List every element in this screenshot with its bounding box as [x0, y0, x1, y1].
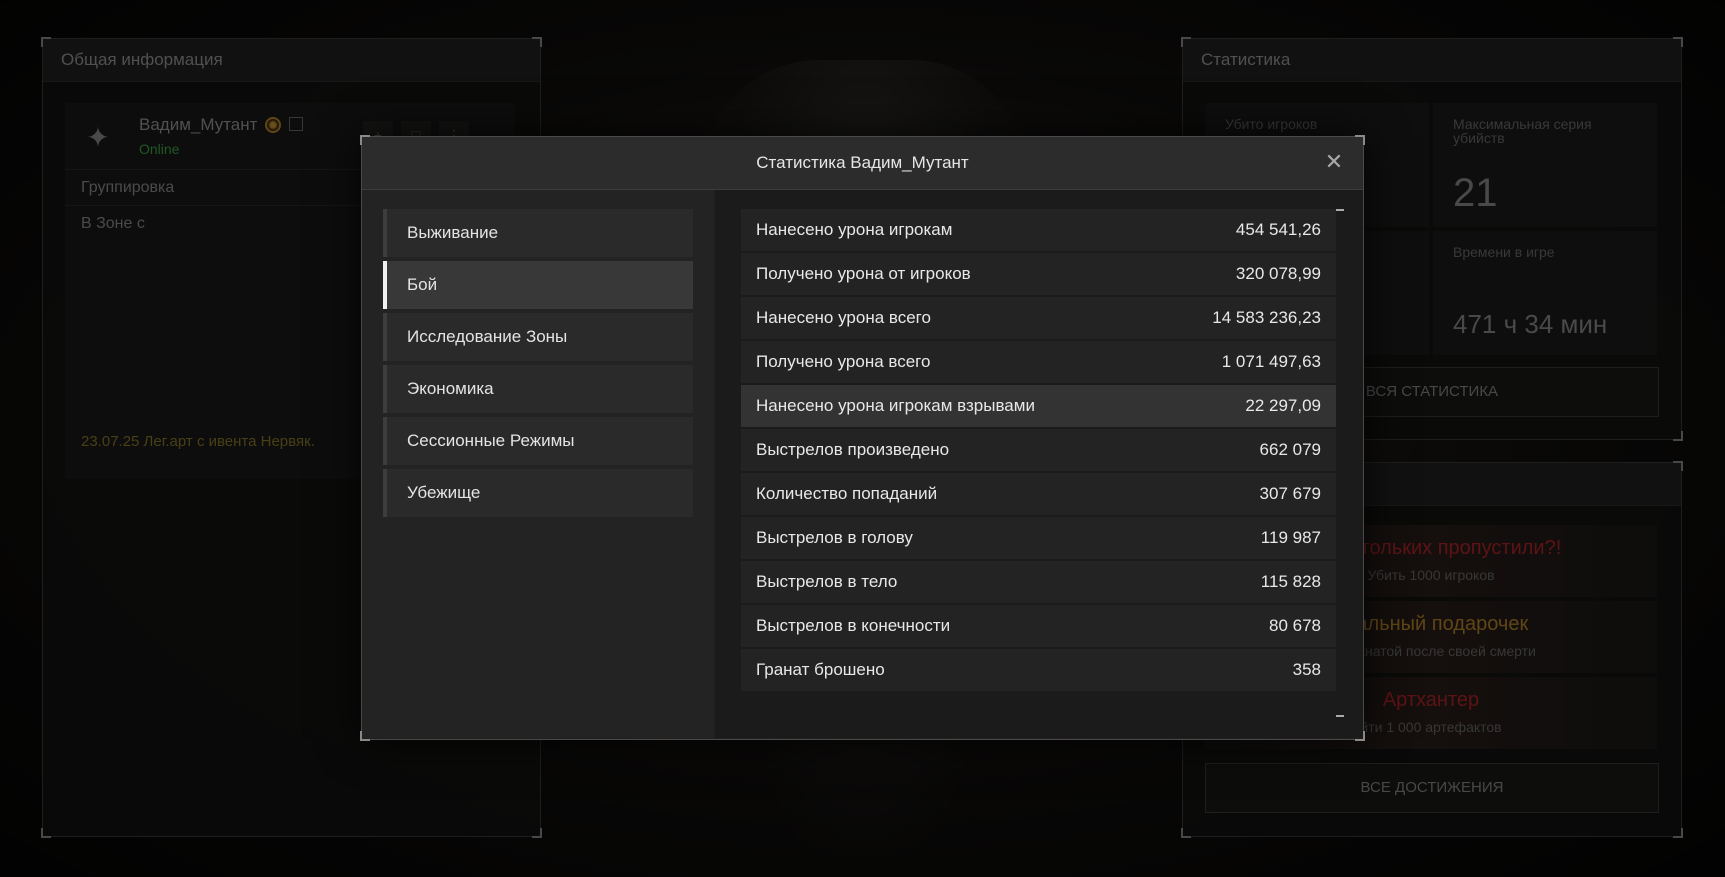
- stat-value: 119 987: [1260, 528, 1321, 547]
- stat-value: 454 541,26: [1235, 220, 1321, 239]
- stat-label: Выстрелов в тело: [756, 572, 898, 591]
- category-tab-economy[interactable]: Экономика: [383, 365, 693, 413]
- stat-value: 22 297,09: [1245, 396, 1321, 415]
- stat-value: 80 678: [1269, 616, 1321, 635]
- stat-row: Нанесено урона игрокам 454 541,26: [741, 209, 1336, 251]
- player-stats-modal: Статистика Вадим_Мутант ✕ Выживание Бой …: [360, 135, 1365, 741]
- stat-value: 358: [1292, 660, 1321, 679]
- stat-row: Выстрелов в тело 115 828: [741, 561, 1336, 603]
- category-tab-combat[interactable]: Бой: [383, 261, 693, 309]
- stat-label: Выстрелов произведено: [756, 440, 950, 459]
- stat-label: Нанесено урона игрокам: [756, 220, 953, 239]
- stat-value: 320 078,99: [1235, 264, 1321, 283]
- stat-value: 14 583 236,23: [1212, 308, 1321, 327]
- stat-row: Выстрелов в конечности 80 678: [741, 605, 1336, 647]
- close-icon[interactable]: ✕: [1323, 151, 1345, 173]
- stats-scrollbar[interactable]: [1336, 209, 1344, 717]
- stat-row: Нанесено урона всего 14 583 236,23: [741, 297, 1336, 339]
- modal-header: Статистика Вадим_Мутант ✕: [362, 137, 1363, 190]
- category-tab-session-modes[interactable]: Сессионные Режимы: [383, 417, 693, 465]
- stat-label: Нанесено урона игрокам взрывами: [756, 396, 1035, 415]
- category-tab-zone-exploration[interactable]: Исследование Зоны: [383, 313, 693, 361]
- stat-label: Выстрелов в конечности: [756, 616, 951, 635]
- stat-label: Количество попаданий: [756, 484, 938, 503]
- stat-row: Выстрелов произведено 662 079: [741, 429, 1336, 471]
- stat-value: 1 071 497,63: [1221, 352, 1321, 371]
- stat-label: Получено урона всего: [756, 352, 931, 371]
- stat-label: Получено урона от игроков: [756, 264, 971, 283]
- stat-row: Количество попаданий 307 679: [741, 473, 1336, 515]
- stat-value: 115 828: [1260, 572, 1321, 591]
- stat-label: Выстрелов в голову: [756, 528, 913, 547]
- modal-title: Статистика Вадим_Мутант: [756, 153, 969, 172]
- category-tab-survival[interactable]: Выживание: [383, 209, 693, 257]
- stat-value: 662 079: [1259, 440, 1321, 459]
- stat-row: Выстрелов в голову 119 987: [741, 517, 1336, 559]
- stat-row-highlighted: Нанесено урона игрокам взрывами 22 297,0…: [741, 385, 1336, 427]
- stat-label: Гранат брошено: [756, 660, 885, 679]
- game-profile-screen: Общая информация ✦ Вадим_Мутант Online +…: [0, 0, 1725, 877]
- stat-row: Получено урона всего 1 071 497,63: [741, 341, 1336, 383]
- stat-row: Гранат брошено 358: [741, 649, 1336, 691]
- stat-value: 307 679: [1259, 484, 1321, 503]
- category-tab-shelter[interactable]: Убежище: [383, 469, 693, 517]
- stat-label: Нанесено урона всего: [756, 308, 931, 327]
- stat-row: Получено урона от игроков 320 078,99: [741, 253, 1336, 295]
